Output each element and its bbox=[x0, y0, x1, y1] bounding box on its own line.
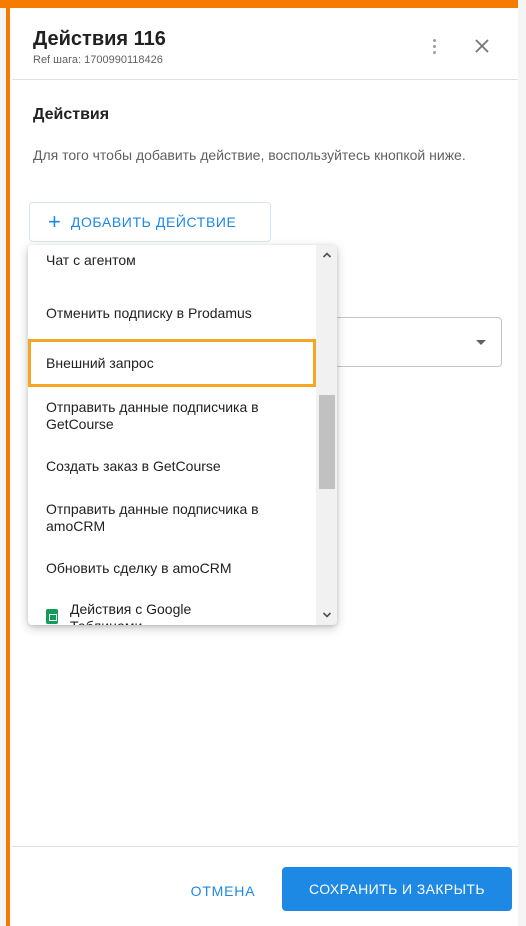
actions-panel: Действия 116 Ref шага: 1700990118426 Дей… bbox=[12, 8, 518, 926]
more-vert-icon-dot bbox=[432, 50, 436, 54]
action-select[interactable] bbox=[312, 317, 502, 367]
menu-item-update-deal-amocrm[interactable]: Обновить сделку в amoCRM bbox=[28, 547, 316, 589]
menu-item-label: Создать заказ в GetCourse bbox=[46, 457, 221, 474]
menu-item-label: Отменить подписку в Prodamus bbox=[46, 304, 252, 321]
close-icon bbox=[475, 39, 489, 53]
more-menu-button[interactable] bbox=[422, 34, 446, 58]
add-action-button[interactable]: + ДОБАВИТЬ ДЕЙСТВИЕ bbox=[29, 202, 271, 242]
add-action-label: ДОБАВИТЬ ДЕЙСТВИЕ bbox=[70, 214, 237, 230]
menu-item-label: Отправить данные подписчика в GetCourse bbox=[46, 399, 259, 432]
caret-down-icon bbox=[476, 340, 486, 345]
chevron-up-icon bbox=[322, 252, 331, 258]
menu-item-external-request[interactable]: Внешний запрос bbox=[28, 339, 316, 387]
chevron-down-icon bbox=[322, 612, 331, 618]
close-button[interactable] bbox=[470, 34, 494, 58]
menu-item-send-amocrm[interactable]: Отправить данные подписчика в amoCRM bbox=[28, 493, 316, 543]
panel-title: Действия 116 bbox=[33, 28, 166, 50]
panel-header: Действия 116 Ref шага: 1700990118426 bbox=[12, 8, 518, 80]
menu-item-label: Отправить данные подписчика в amoCRM bbox=[46, 501, 259, 534]
menu-item-label: Внешний запрос bbox=[46, 354, 154, 371]
more-vert-icon-dot bbox=[432, 44, 436, 48]
menu-item-cancel-prodamus[interactable]: Отменить подписку в Prodamus bbox=[28, 292, 316, 334]
action-type-dropdown: Чат с агентом Отменить подписку в Prodam… bbox=[28, 245, 337, 625]
top-frame bbox=[0, 0, 526, 8]
step-ref: Ref шага: 1700990118426 bbox=[33, 54, 163, 66]
right-frame bbox=[518, 0, 526, 926]
section-description: Для того чтобы добавить действие, воспол… bbox=[33, 147, 466, 163]
orange-frame-stripe bbox=[6, 0, 10, 926]
menu-item-google-sheets[interactable]: Действия с Google Таблицами bbox=[28, 595, 316, 625]
menu-item-agent-chat[interactable]: Чат с агентом bbox=[28, 245, 316, 279]
menu-item-label: Действия с Google Таблицами bbox=[70, 601, 192, 625]
scroll-up-button[interactable] bbox=[316, 245, 337, 265]
menu-item-label: Чат с агентом bbox=[46, 252, 136, 268]
cancel-button[interactable]: ОТМЕНА bbox=[178, 875, 268, 907]
menu-item-send-getcourse[interactable]: Отправить данные подписчика в GetCourse bbox=[28, 391, 316, 441]
more-vert-icon bbox=[432, 38, 436, 42]
scroll-thumb[interactable] bbox=[319, 395, 335, 489]
dropdown-scrollbar[interactable] bbox=[316, 245, 337, 625]
menu-item-label: Обновить сделку в amoCRM bbox=[46, 559, 232, 576]
save-and-close-button[interactable]: СОХРАНИТЬ И ЗАКРЫТЬ bbox=[282, 867, 512, 911]
menu-item-create-order-getcourse[interactable]: Создать заказ в GetCourse bbox=[28, 445, 316, 487]
scroll-down-button[interactable] bbox=[316, 605, 337, 625]
left-frame bbox=[0, 0, 10, 926]
google-sheets-icon bbox=[46, 609, 58, 624]
panel-footer: ОТМЕНА СОХРАНИТЬ И ЗАКРЫТЬ bbox=[12, 846, 518, 926]
section-title: Действия bbox=[33, 106, 110, 123]
plus-icon: + bbox=[48, 209, 61, 234]
